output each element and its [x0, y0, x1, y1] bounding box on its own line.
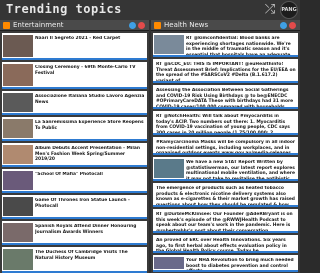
feed-item-text: Your NHA Revolution to bring much needed… — [186, 258, 294, 270]
pin-icon[interactable] — [280, 22, 287, 29]
close-icon[interactable] — [138, 22, 145, 29]
drag-handle-icon[interactable] — [3, 22, 10, 29]
thumbnail-image — [3, 119, 33, 138]
feed-item-text: We have a new STAT Report Written by @st… — [186, 160, 295, 179]
thumbnail-image — [3, 145, 33, 164]
thumbnail-image — [154, 159, 184, 178]
feed-item[interactable]: La Sanremissima Experience Store Reopens… — [2, 117, 147, 141]
pin-icon[interactable] — [129, 22, 136, 29]
thumbnail-image — [3, 197, 33, 216]
entertainment-feed[interactable]: Naari Il Segreto 2021 - Red Carpet Closin… — [0, 32, 149, 273]
thumbnail-image — [3, 64, 33, 86]
feed-item[interactable]: Naari Il Segreto 2021 - Red Carpet — [2, 33, 147, 60]
feed-item-text: La Sanremissima Experience Store Reopens… — [35, 120, 144, 131]
brand-logo[interactable]: PANG — [280, 1, 298, 19]
feed-item-text: An proved of ERC over Health Innovations… — [156, 238, 287, 251]
entertainment-panel: Entertainment Naari Il Segreto 2021 - Re… — [0, 20, 149, 273]
feed-item[interactable]: Spanish Royals Attend Dinner Honouring J… — [2, 221, 147, 245]
feed-item-text: RT @ECDC_EU: THIS IS IMPORTANT! @euHealt… — [156, 62, 296, 81]
thumbnail-image — [3, 249, 33, 270]
feed-item-text: Associazione Italiana Studio Lavoro Agen… — [35, 94, 145, 105]
feed-item[interactable]: Game Of Thrones Iron Statue Launch - Pho… — [2, 195, 147, 219]
panel-title: Entertainment — [13, 21, 64, 29]
feed-item[interactable]: RT @ECDC_EU: THIS IS IMPORTANT! @euHealt… — [153, 59, 298, 83]
feed-item[interactable]: #Ramycarcinoma Masks will be compulsory … — [153, 137, 298, 155]
app-title: Trending topics — [6, 2, 122, 16]
feed-item[interactable]: Your NHA Revolution to bring much needed… — [153, 255, 298, 272]
feed-item-text: "School Of Mafia" Photocall — [35, 172, 103, 177]
top-bar: Trending topics ⤮ PANG — [0, 0, 300, 20]
panel-title: Health News — [164, 21, 209, 29]
feed-item[interactable]: The Duchess Of Cambridge Visits The Natu… — [2, 247, 147, 273]
feed-item-text: Naari Il Segreto 2021 - Red Carpet — [35, 36, 121, 41]
panel-header: Health News — [151, 20, 300, 31]
drag-handle-icon[interactable] — [154, 22, 161, 29]
feed-item[interactable]: Assessing the Association Between Social… — [153, 85, 298, 109]
feed-item-text: Game Of Thrones Iron Statue Launch - Pho… — [35, 198, 130, 209]
feed-item[interactable]: Album Debuts Accent Presentation - Milan… — [2, 143, 147, 167]
panel-header: Entertainment — [0, 20, 149, 31]
thumbnail-image — [154, 35, 184, 54]
health-panel: Health News RT @kimconfidential: Blood b… — [151, 20, 300, 273]
feed-item[interactable]: "School Of Mafia" Photocall — [2, 169, 147, 193]
feed-item-text: RT @NotchHealth: Will talk about #myocar… — [156, 114, 290, 133]
feed-item-text: The emergence of products such as heated… — [156, 186, 295, 205]
feed-item-text: RT @DurbleMcKlinsee: Our Founder @AdeRBr… — [156, 212, 293, 231]
health-feed[interactable]: RT @kimconfidential: Blood banks are exp… — [151, 32, 300, 273]
feed-item[interactable]: We have a new STAT Report Written by @st… — [153, 157, 298, 181]
feed-item[interactable]: RT @kimconfidential: Blood banks are exp… — [153, 33, 298, 57]
feed-item[interactable]: Associazione Italiana Studio Lavoro Agen… — [2, 91, 147, 115]
feed-item-text: Closing Ceremony - 69th Monte-Carlo TV F… — [35, 65, 136, 76]
feed-item[interactable]: The emergence of products such as heated… — [153, 183, 298, 207]
feed-item-text: RT @kimconfidential: Blood banks are exp… — [186, 36, 291, 55]
close-icon[interactable] — [289, 22, 296, 29]
feed-item-text: Album Debuts Accent Presentation - Milan… — [35, 146, 140, 163]
thumbnail-image — [3, 93, 33, 112]
feed-item-text: Spanish Royals Attend Dinner Honouring J… — [35, 224, 137, 235]
feed-item[interactable]: RT @NotchHealth: Will talk about #myocar… — [153, 111, 298, 135]
app-window: Trending topics ⤮ PANG Entertainment Naa… — [0, 0, 300, 273]
feed-item[interactable]: RT @DurbleMcKlinsee: Our Founder @AdeRBr… — [153, 209, 298, 233]
thumbnail-image — [154, 257, 184, 269]
feed-item-text: The Duchess Of Cambridge Visits The Natu… — [35, 250, 128, 261]
feed-item-text: Assessing the Association Between Social… — [156, 88, 294, 107]
thumbnail-image — [3, 223, 33, 242]
thumbnail-image — [3, 171, 33, 190]
thumbnail-image — [3, 35, 33, 57]
shuffle-icon[interactable]: ⤮ — [263, 3, 277, 17]
feed-item-text: #Ramycarcinoma Masks will be compulsory … — [156, 140, 296, 153]
feed-item[interactable]: An proved of ERC over Health Innovations… — [153, 235, 298, 253]
feed-item[interactable]: Closing Ceremony - 69th Monte-Carlo TV F… — [2, 62, 147, 89]
